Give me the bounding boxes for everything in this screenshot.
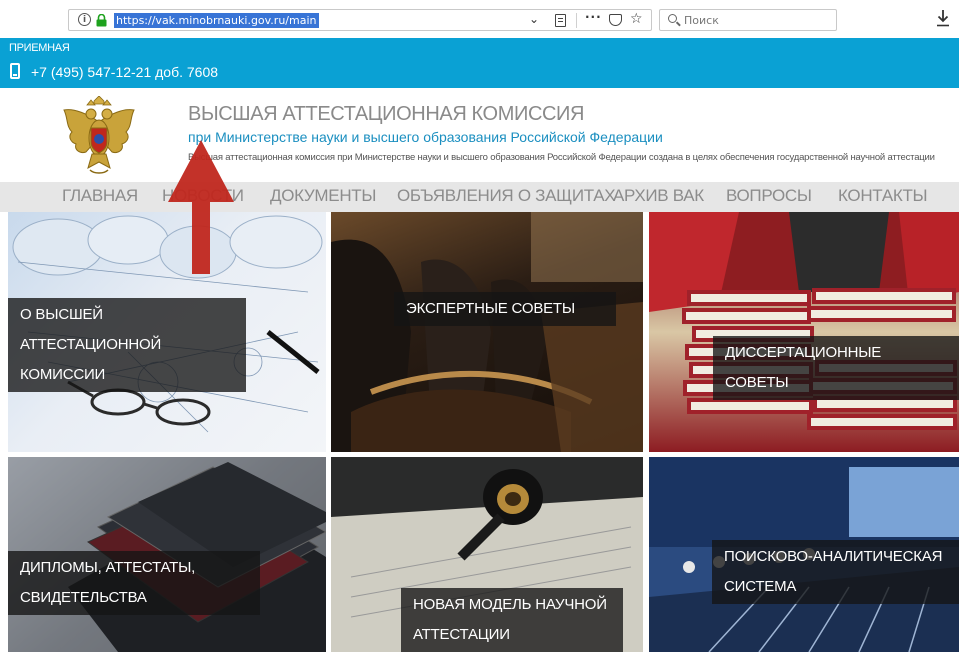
chairs-image [331,212,643,452]
tile-caption: ПОИСКОВО-АНАЛИТИЧЕСКАЯ СИСТЕМА [712,540,959,604]
nav-item-contacts[interactable]: КОНТАКТЫ [838,186,928,206]
phone-number[interactable]: +7 (495) 547-12-21 доб. 7608 [31,64,218,80]
caption-line: ДИССЕРТАЦИОННЫЕ СОВЕТЫ [725,344,882,391]
tile-about-commission[interactable]: О ВЫСШЕЙ АТТЕСТАЦИОННОЙ КОМИССИИ [8,212,326,452]
chevron-down-icon[interactable]: ⌄ [529,12,539,26]
more-icon[interactable]: ··· [585,10,602,24]
pocket-icon[interactable] [609,14,622,26]
separator [576,13,577,28]
tile-caption: НОВАЯ МОДЕЛЬ НАУЧНОЙ АТТЕСТАЦИИ [401,588,623,652]
caption-line: СВИДЕТЕЛЬСТВА [20,589,147,606]
nav-item-vak-archive[interactable]: АРХИВ ВАК [613,186,704,206]
tile-dissertation-councils[interactable]: ДИССЕРТАЦИОННЫЕ СОВЕТЫ [649,212,959,452]
nav-item-defense-announcements[interactable]: ОБЪЯВЛЕНИЯ О ЗАЩИТАХ [397,186,616,206]
tile-caption: ДИПЛОМЫ, АТТЕСТАТЫ, СВИДЕТЕЛЬСТВА [8,551,260,615]
caption-line: КОМИССИИ [20,366,106,383]
caption-line: ЭКСПЕРТНЫЕ СОВЕТЫ [406,300,575,317]
tile-caption: О ВЫСШЕЙ АТТЕСТАЦИОННОЙ КОМИССИИ [8,298,246,392]
nav-item-questions[interactable]: ВОПРОСЫ [726,186,812,206]
site-title: ВЫСШАЯ АТТЕСТАЦИОННАЯ КОМИССИЯ [188,103,585,125]
site-subtitle: при Министерстве науки и высшего образов… [188,129,663,145]
info-icon[interactable]: i [78,13,91,26]
coat-of-arms-logo[interactable] [60,96,138,176]
caption-line: ПОИСКОВО-АНАЛИТИЧЕСКАЯ [724,548,943,565]
address-bar[interactable]: i https://vak.minobrnauki.gov.ru/main ⌄ … [68,9,652,31]
search-placeholder: Поиск [684,14,719,27]
tile-diplomas[interactable]: ДИПЛОМЫ, АТТЕСТАТЫ, СВИДЕТЕЛЬСТВА [8,457,326,652]
phone-icon [10,63,20,79]
lock-icon [96,14,107,27]
search-icon [668,14,677,23]
caption-line: О ВЫСШЕЙ АТТЕСТАЦИОННОЙ [20,306,162,353]
caption-line: АТТЕСТАЦИИ [413,626,510,643]
search-bar[interactable]: Поиск [659,9,837,31]
dissertations-image [649,212,959,430]
tile-search-analytics-system[interactable]: ПОИСКОВО-АНАЛИТИЧЕСКАЯ СИСТЕМА [649,457,959,652]
caption-line: ДИПЛОМЫ, АТТЕСТАТЫ, [20,559,196,576]
tile-caption: ЭКСПЕРТНЫЕ СОВЕТЫ [394,292,616,326]
caption-line: СИСТЕМА [724,578,797,595]
site-description: Высшая аттестационная комиссия при Минис… [188,152,935,163]
browser-toolbar: i https://vak.minobrnauki.gov.ru/main ⌄ … [0,0,959,38]
site-header: ВЫСШАЯ АТТЕСТАЦИОННАЯ КОМИССИЯ при Минис… [0,88,959,182]
caption-line: НОВАЯ МОДЕЛЬ НАУЧНОЙ [413,596,607,613]
tile-new-certification-model[interactable]: НОВАЯ МОДЕЛЬ НАУЧНОЙ АТТЕСТАЦИИ [331,457,643,652]
reception-label: ПРИЕМНАЯ [9,42,70,54]
reader-view-icon[interactable] [555,14,566,27]
nav-item-documents[interactable]: ДОКУМЕНТЫ [270,186,376,206]
contact-bar: ПРИЕМНАЯ +7 (495) 547-12-21 доб. 7608 [0,38,959,88]
tile-caption: ДИССЕРТАЦИОННЫЕ СОВЕТЫ [713,336,959,400]
download-icon[interactable] [936,9,950,27]
url-text[interactable]: https://vak.minobrnauki.gov.ru/main [114,13,319,28]
nav-item-home[interactable]: ГЛАВНАЯ [62,186,138,206]
bookmark-star-icon[interactable]: ☆ [630,11,643,27]
red-arrow-annotation [168,140,234,274]
main-nav: ГЛАВНАЯ НОВОСТИ ДОКУМЕНТЫ ОБЪЯВЛЕНИЯ О З… [0,182,959,212]
tile-expert-councils[interactable]: ЭКСПЕРТНЫЕ СОВЕТЫ [331,212,643,452]
